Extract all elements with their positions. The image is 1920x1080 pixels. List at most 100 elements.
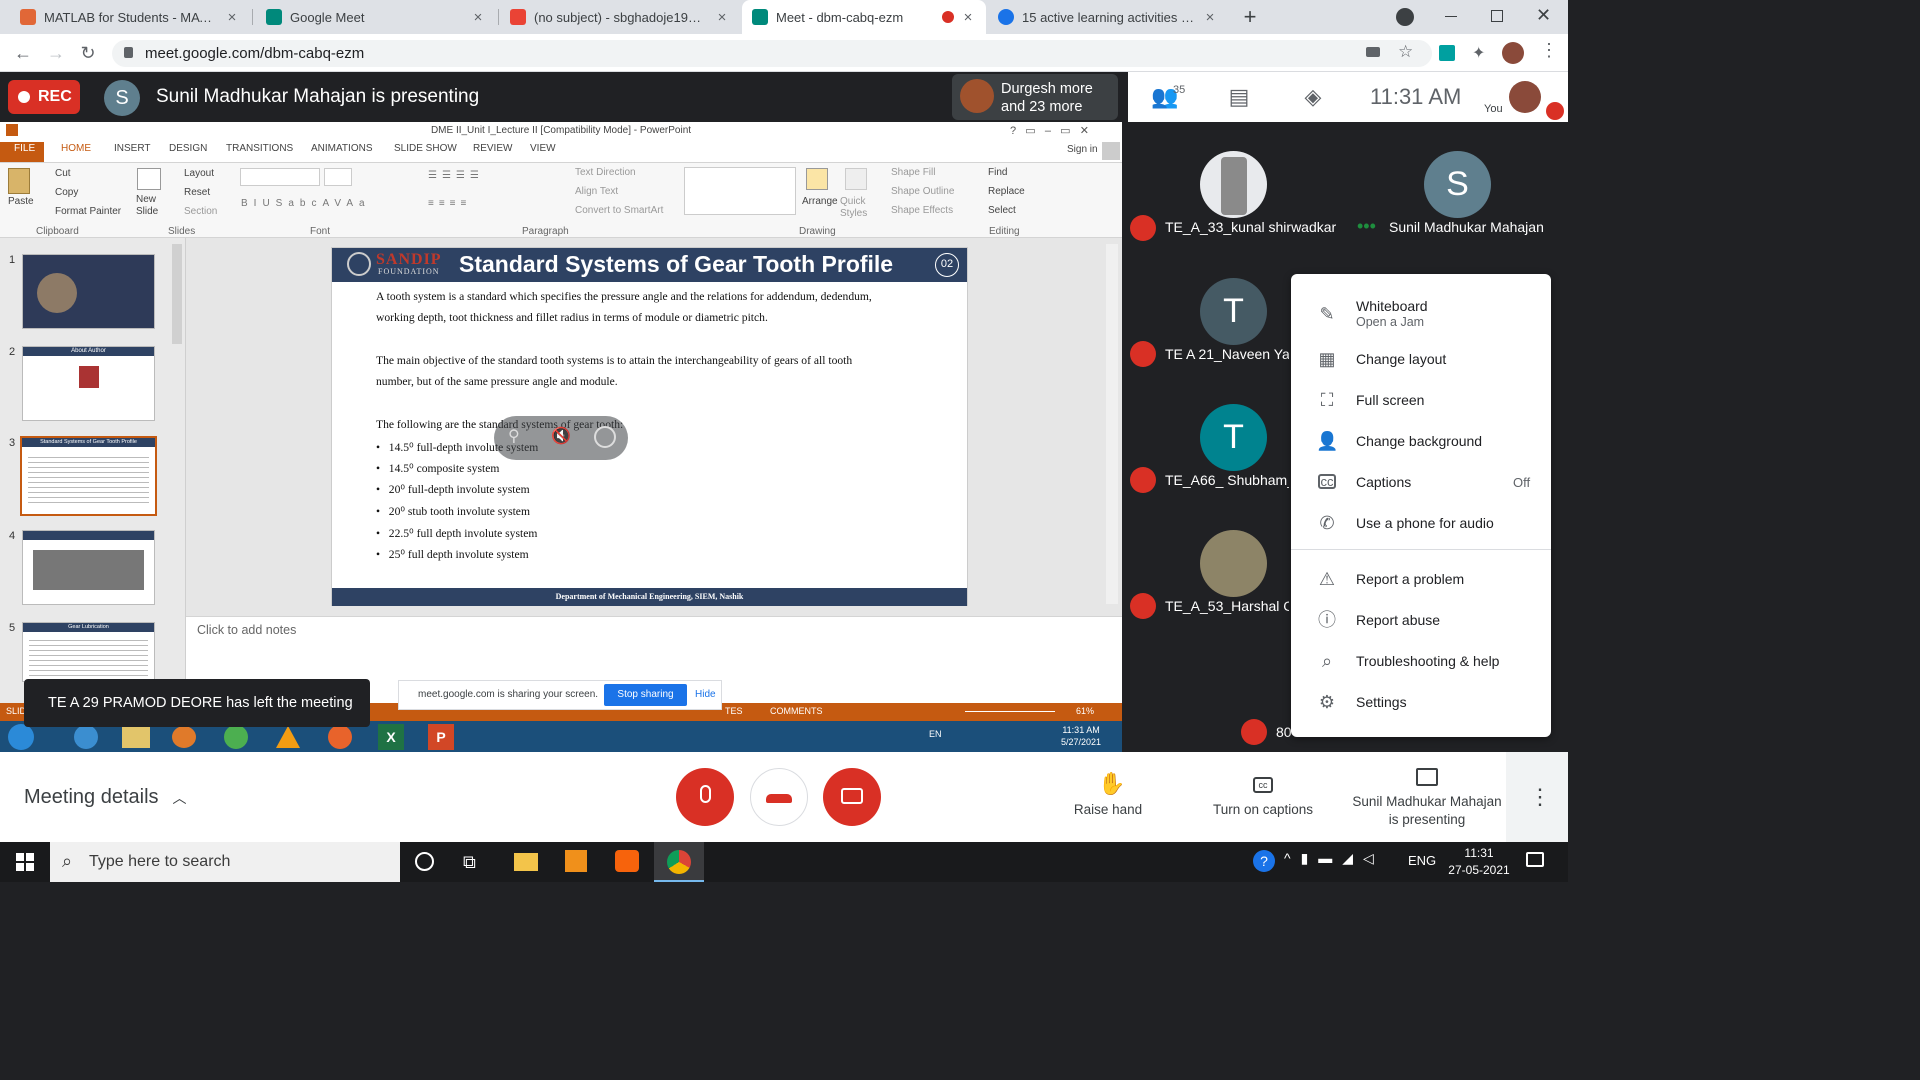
- close-tab-icon[interactable]: ×: [470, 9, 486, 26]
- bookmark-star-icon[interactable]: ☆: [1398, 42, 1413, 62]
- tab-view[interactable]: VIEW: [530, 143, 556, 154]
- account-icon[interactable]: [1102, 142, 1120, 160]
- select-button[interactable]: Select: [988, 205, 1016, 216]
- leave-call-button[interactable]: [750, 768, 808, 826]
- browser-tab-meet-active[interactable]: Meet - dbm-cabq-ezm ×: [742, 0, 986, 34]
- window-close-icon[interactable]: ✕: [1536, 5, 1551, 26]
- status-comments-button[interactable]: COMMENTS: [770, 706, 823, 716]
- meeting-details-button[interactable]: Meeting details ︿: [24, 786, 187, 809]
- notifications-icon[interactable]: [1526, 852, 1544, 867]
- tab-home[interactable]: HOME: [61, 143, 91, 154]
- camera-off-button[interactable]: [823, 768, 881, 826]
- menu-item-phone-audio[interactable]: Use a phone for audio: [1356, 515, 1494, 531]
- font-name-box[interactable]: [240, 168, 320, 186]
- extension-icon[interactable]: [1439, 45, 1455, 61]
- shape-fill-button[interactable]: Shape Fill: [891, 167, 935, 178]
- maximize-icon[interactable]: [1491, 10, 1503, 22]
- font-format-buttons[interactable]: BIUSabcAVAa: [241, 198, 371, 209]
- tab-insert[interactable]: INSERT: [114, 143, 151, 154]
- tab-design[interactable]: DESIGN: [169, 143, 207, 154]
- new-tab-button[interactable]: +: [1237, 4, 1263, 30]
- tab-transitions[interactable]: TRANSITIONS: [226, 143, 293, 154]
- zoom-level[interactable]: 61%: [1076, 706, 1094, 716]
- close-tab-icon[interactable]: ×: [224, 9, 240, 26]
- copy-button[interactable]: Copy: [55, 187, 78, 198]
- more-menu-icon[interactable]: ⋮: [1540, 40, 1558, 61]
- back-arrow-icon[interactable]: ←: [10, 40, 36, 66]
- tab-slide-show[interactable]: SLIDE SHOW: [394, 143, 457, 154]
- menu-item-settings[interactable]: Settings: [1356, 694, 1407, 710]
- lock-icon[interactable]: [124, 47, 133, 58]
- menu-item-report-abuse[interactable]: Report abuse: [1356, 612, 1440, 628]
- task-view-icon[interactable]: ⧉: [463, 852, 476, 873]
- sign-in-link[interactable]: Sign in: [1067, 144, 1098, 155]
- extensions-puzzle-icon[interactable]: ✦: [1472, 43, 1485, 63]
- app-icon[interactable]: [615, 850, 639, 872]
- pin-icon[interactable]: ⚲: [508, 426, 520, 446]
- menu-item-whiteboard[interactable]: Whiteboard: [1356, 298, 1428, 314]
- file-explorer-icon[interactable]: [514, 853, 538, 871]
- close-tab-icon[interactable]: ×: [960, 9, 976, 26]
- taskbar-search-box[interactable]: Type here to search: [50, 842, 400, 882]
- new-slide-icon[interactable]: [137, 168, 161, 190]
- format-painter-button[interactable]: Format Painter: [55, 206, 121, 217]
- browser-tab-google-meet[interactable]: Google Meet ×: [256, 0, 496, 34]
- tab-animations[interactable]: ANIMATIONS: [311, 143, 372, 154]
- url-bar[interactable]: meet.google.com/dbm-cabq-ezm: [112, 40, 1432, 67]
- list-buttons[interactable]: ☰☰☰☰: [428, 170, 484, 181]
- new-slide-button[interactable]: New Slide: [136, 194, 166, 218]
- presenting-status-button[interactable]: Sunil Madhukar Mahajan is presenting: [1342, 793, 1512, 829]
- profile-avatar[interactable]: [1502, 42, 1524, 64]
- forward-arrow-icon[interactable]: →: [43, 40, 69, 66]
- font-size-box[interactable]: [324, 168, 352, 186]
- turn-on-captions-button[interactable]: Turn on captions: [1198, 802, 1328, 817]
- slide-scrollbar[interactable]: [1106, 244, 1118, 604]
- arrange-icon[interactable]: [806, 168, 828, 190]
- close-tab-icon[interactable]: ×: [1202, 9, 1218, 26]
- slide-thumbnail-4[interactable]: [22, 530, 155, 605]
- ppt-window-controls[interactable]: ? ▭ – ▭ ✕: [1010, 124, 1089, 137]
- slide-thumbnail-5[interactable]: Gear Lubrication: [22, 622, 155, 682]
- tab-file[interactable]: FILE: [14, 143, 35, 154]
- slide-thumbnail-1[interactable]: [22, 254, 155, 329]
- remove-icon[interactable]: [594, 426, 616, 448]
- shapes-gallery[interactable]: [684, 167, 796, 215]
- chat-icon[interactable]: ▤: [1224, 84, 1254, 110]
- close-tab-icon[interactable]: ×: [714, 9, 730, 26]
- zoom-slider[interactable]: [965, 711, 1055, 712]
- taskbar-clock[interactable]: 11:31 27-05-2021: [1446, 845, 1512, 879]
- activities-icon[interactable]: ◈: [1298, 84, 1328, 110]
- menu-item-change-background[interactable]: Change background: [1356, 433, 1482, 449]
- slide-thumbnail-3-selected[interactable]: Standard Systems of Gear Tooth Profile: [20, 436, 157, 516]
- replace-button[interactable]: Replace: [988, 186, 1025, 197]
- thumb-scrollbar[interactable]: [172, 244, 182, 344]
- status-notes-button[interactable]: TES: [725, 706, 743, 716]
- menu-item-report-problem[interactable]: Report a problem: [1356, 571, 1464, 587]
- camera-in-use-icon[interactable]: [1366, 47, 1380, 57]
- sublime-icon[interactable]: [565, 850, 587, 872]
- browser-tab-gmail[interactable]: (no subject) - sbghadoje1922192 ×: [500, 0, 740, 34]
- align-buttons[interactable]: ≡≡≡≡: [428, 198, 471, 209]
- section-button[interactable]: Section: [184, 206, 217, 217]
- paste-clipboard-icon[interactable]: [8, 168, 30, 194]
- mute-presenter-icon[interactable]: 🔇: [551, 426, 571, 446]
- browser-tab-matlab[interactable]: MATLAB for Students - MATLAB & ×: [10, 0, 250, 34]
- browser-tab-active-learning[interactable]: 15 active learning activities to en ×: [988, 0, 1228, 34]
- slide-thumbnail-2[interactable]: About Author: [22, 346, 155, 421]
- arrange-button[interactable]: Arrange: [802, 196, 838, 207]
- cut-button[interactable]: Cut: [55, 168, 71, 179]
- menu-item-captions[interactable]: Captions: [1356, 474, 1411, 490]
- tab-review[interactable]: REVIEW: [473, 143, 512, 154]
- menu-item-troubleshooting[interactable]: Troubleshooting & help: [1356, 653, 1499, 669]
- shape-outline-button[interactable]: Shape Outline: [891, 186, 954, 197]
- menu-item-full-screen[interactable]: Full screen: [1356, 392, 1424, 408]
- stop-sharing-button[interactable]: Stop sharing: [604, 684, 687, 706]
- cortana-icon[interactable]: [415, 852, 434, 871]
- input-language[interactable]: ENG: [1408, 853, 1436, 868]
- hide-share-notice-button[interactable]: Hide: [695, 689, 716, 700]
- raise-hand-icon[interactable]: ✋: [1098, 771, 1125, 797]
- reset-button[interactable]: Reset: [184, 187, 210, 198]
- layout-button[interactable]: Layout: [184, 168, 214, 179]
- text-direction-button[interactable]: Text Direction: [575, 167, 636, 178]
- more-vert-icon[interactable]: ⋮: [1529, 784, 1551, 810]
